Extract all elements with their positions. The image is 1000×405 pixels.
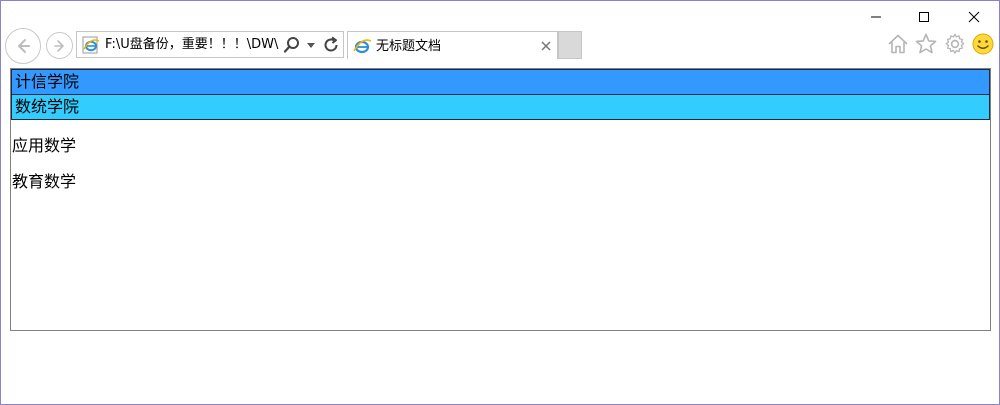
search-icon[interactable] (283, 36, 301, 54)
submenu-item-education-math[interactable]: 教育数学 (11, 172, 990, 192)
tab-title: 无标题文档 (376, 39, 442, 54)
new-tab-button[interactable] (558, 31, 582, 59)
browser-window: F:\U盘备份，重要！！！\DW\ 无标题文档 计信学院 数统学院 应用数学 教… (0, 0, 1000, 405)
minimize-icon (871, 16, 881, 18)
refresh-icon[interactable] (322, 36, 340, 54)
gear-icon[interactable] (943, 32, 967, 56)
ie-page-icon (353, 39, 372, 54)
submenu-item-applied-math[interactable]: 应用数学 (11, 136, 990, 156)
address-input[interactable]: F:\U盘备份，重要！！！\DW\ (105, 37, 283, 53)
forward-button[interactable] (46, 32, 73, 59)
back-button[interactable] (5, 28, 41, 64)
maximize-button[interactable] (904, 5, 944, 29)
arrow-right-icon (53, 39, 64, 52)
home-icon[interactable] (886, 32, 910, 56)
menu-item-shutong-college[interactable]: 数统学院 (11, 94, 990, 120)
ie-page-icon (82, 36, 100, 54)
submenu-list: 应用数学 教育数学 (11, 136, 990, 192)
tab-untitled-document[interactable]: 无标题文档 (347, 31, 558, 59)
maximize-icon (919, 12, 929, 22)
menu-item-jixin-college[interactable]: 计信学院 (11, 69, 990, 95)
page-content: 计信学院 数统学院 应用数学 教育数学 (10, 68, 991, 331)
chevron-down-icon[interactable] (306, 40, 316, 50)
star-icon[interactable] (914, 32, 938, 56)
close-button[interactable] (954, 5, 994, 29)
close-tab-icon[interactable] (540, 40, 552, 52)
address-bar[interactable]: F:\U盘备份，重要！！！\DW\ (76, 31, 344, 58)
smiley-feedback-icon[interactable] (971, 32, 995, 56)
close-icon (968, 11, 980, 23)
arrow-left-icon (18, 39, 30, 53)
minimize-button[interactable] (856, 5, 896, 29)
